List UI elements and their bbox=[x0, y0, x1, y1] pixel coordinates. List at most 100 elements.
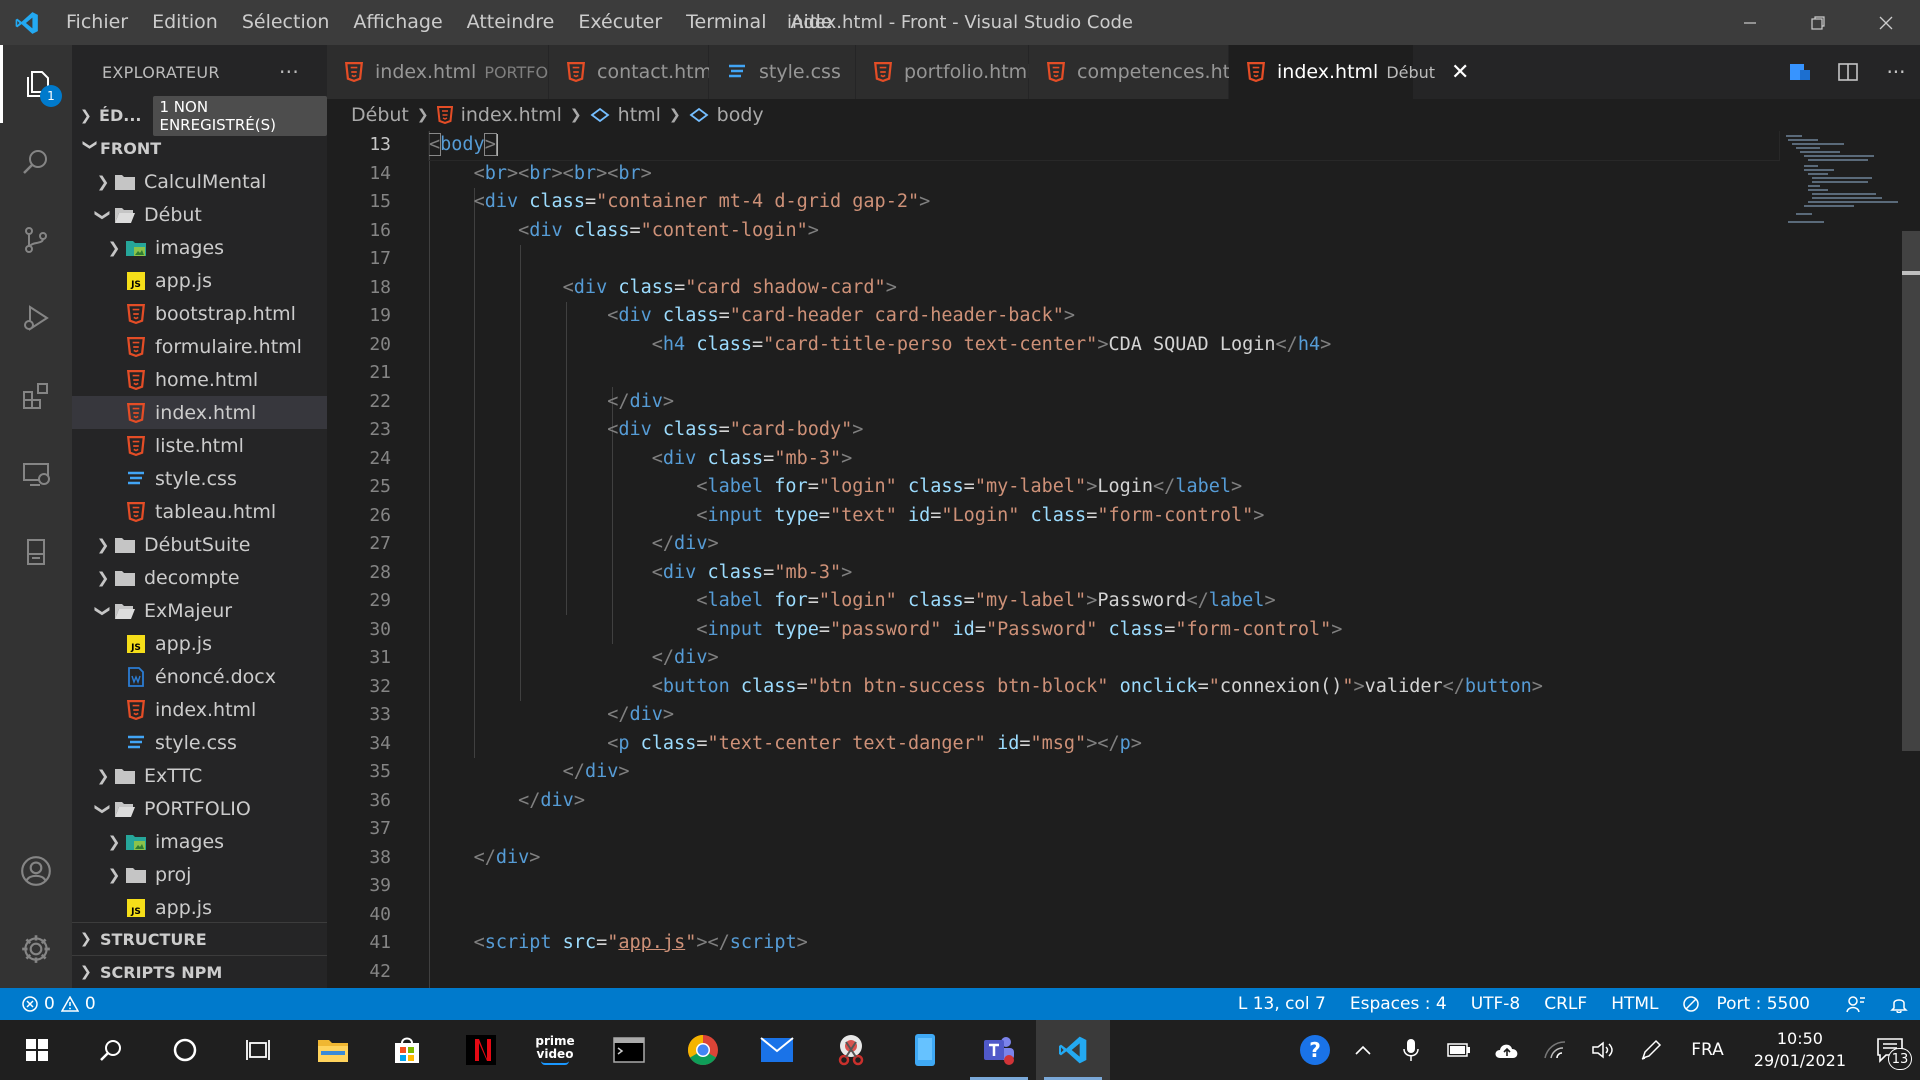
phone-app[interactable] bbox=[888, 1020, 962, 1080]
editor-tab[interactable]: competences.html bbox=[1029, 45, 1254, 99]
task-view-button[interactable] bbox=[222, 1020, 296, 1080]
close-tab-icon[interactable]: ✕ bbox=[1451, 60, 1469, 85]
editor-tab[interactable]: contact.html bbox=[549, 45, 717, 99]
tree-item[interactable]: bootstrap.html bbox=[72, 297, 327, 330]
npm-scripts-section[interactable]: ❯ SCRIPTS NPM bbox=[72, 955, 327, 988]
start-button[interactable] bbox=[0, 1020, 74, 1080]
run-debug-activity[interactable] bbox=[0, 279, 72, 357]
volume-tray[interactable] bbox=[1579, 1020, 1627, 1080]
menu-atteindre[interactable]: Atteindre bbox=[455, 0, 567, 45]
menu-executer[interactable]: Exécuter bbox=[566, 0, 674, 45]
tree-item[interactable]: index.html bbox=[72, 396, 327, 429]
action-center-button[interactable]: 13 bbox=[1860, 1020, 1920, 1080]
notebook-activity[interactable] bbox=[0, 513, 72, 591]
language-mode[interactable]: HTML bbox=[1599, 994, 1670, 1014]
prime-video-app[interactable]: prime video bbox=[518, 1020, 592, 1080]
tree-item[interactable]: formulaire.html bbox=[72, 330, 327, 363]
network-tray[interactable] bbox=[1531, 1020, 1579, 1080]
breadcrumb-html[interactable]: html bbox=[618, 104, 661, 126]
pen-tray[interactable] bbox=[1627, 1020, 1675, 1080]
restore-button[interactable] bbox=[1784, 0, 1852, 45]
menu-aide[interactable]: Aide bbox=[778, 0, 844, 45]
editor-tab[interactable]: portfolio.html bbox=[856, 45, 1032, 99]
open-editors-section[interactable]: ❯ ÉD... 1 NON ENREGISTRÉ(S) bbox=[72, 95, 327, 136]
tree-item[interactable]: tableau.html bbox=[72, 495, 327, 528]
microphone-tray[interactable] bbox=[1387, 1020, 1435, 1080]
input-language[interactable]: FRA bbox=[1675, 1040, 1740, 1060]
tree-item[interactable]: style.css bbox=[72, 462, 327, 495]
microsoft-store-app[interactable] bbox=[370, 1020, 444, 1080]
notifications-button[interactable] bbox=[1878, 995, 1920, 1013]
accounts-activity[interactable] bbox=[0, 832, 72, 910]
netflix-app[interactable] bbox=[444, 1020, 518, 1080]
explorer-more-icon[interactable]: ··· bbox=[279, 60, 299, 84]
tree-item[interactable]: ❯ images bbox=[72, 825, 327, 858]
structure-section[interactable]: ❯ STRUCTURE bbox=[72, 922, 327, 955]
tree-item[interactable]: JS app.js bbox=[72, 627, 327, 660]
menu-selection[interactable]: Sélection bbox=[230, 0, 342, 45]
encoding[interactable]: UTF-8 bbox=[1459, 994, 1533, 1014]
source-control-activity[interactable] bbox=[0, 201, 72, 279]
minimize-button[interactable] bbox=[1716, 0, 1784, 45]
breadcrumb-file[interactable]: index.html bbox=[461, 104, 562, 126]
tree-item[interactable]: ❯ DébutSuite bbox=[72, 528, 327, 561]
tree-item[interactable]: ❯ CalculMental bbox=[72, 165, 327, 198]
search-activity[interactable] bbox=[0, 123, 72, 201]
tree-item[interactable]: énoncé.docx bbox=[72, 660, 327, 693]
tree-item[interactable]: ❯ ExMajeur bbox=[72, 594, 327, 627]
cortana-button[interactable] bbox=[148, 1020, 222, 1080]
tree-item[interactable]: ❯ Début bbox=[72, 198, 327, 231]
editor-tab[interactable]: index.html PORTFOLIO bbox=[327, 45, 574, 99]
manage-activity[interactable] bbox=[0, 910, 72, 988]
editor-more-button[interactable]: ··· bbox=[1872, 45, 1920, 99]
remote-explorer-activity[interactable] bbox=[0, 435, 72, 513]
show-hidden-icons-button[interactable] bbox=[1339, 1020, 1387, 1080]
tree-item[interactable]: style.css bbox=[72, 726, 327, 759]
teams-app[interactable] bbox=[962, 1020, 1036, 1080]
editor-tab[interactable]: index.html Début ✕ bbox=[1229, 45, 1469, 99]
help-tray-button[interactable]: ? bbox=[1291, 1020, 1339, 1080]
taskbar-search-button[interactable] bbox=[74, 1020, 148, 1080]
menu-affichage[interactable]: Affichage bbox=[341, 0, 454, 45]
tree-item[interactable]: ❯ images bbox=[72, 231, 327, 264]
battery-tray[interactable] bbox=[1435, 1020, 1483, 1080]
open-preview-button[interactable] bbox=[1776, 45, 1824, 99]
tree-item[interactable]: ❯ decompte bbox=[72, 561, 327, 594]
terminal-app[interactable] bbox=[592, 1020, 666, 1080]
minimap[interactable] bbox=[1782, 131, 1902, 231]
menu-terminal[interactable]: Terminal bbox=[674, 0, 778, 45]
problems-indicator[interactable]: 0 0 bbox=[0, 994, 96, 1014]
end-of-line[interactable]: CRLF bbox=[1532, 994, 1599, 1014]
vscode-app[interactable] bbox=[1036, 1020, 1110, 1080]
tree-item[interactable]: ❯ PORTFOLIO bbox=[72, 792, 327, 825]
tree-item[interactable]: ❯ ExTTC bbox=[72, 759, 327, 792]
tree-item[interactable]: ❯ proj bbox=[72, 858, 327, 891]
snipping-tool-app[interactable] bbox=[814, 1020, 888, 1080]
tree-item[interactable]: index.html bbox=[72, 693, 327, 726]
extensions-activity[interactable] bbox=[0, 357, 72, 435]
close-window-button[interactable] bbox=[1852, 0, 1920, 45]
editor-tab[interactable]: style.css bbox=[709, 45, 856, 99]
explorer-activity[interactable]: 1 bbox=[0, 45, 72, 123]
clock[interactable]: 10:50 29/01/2021 bbox=[1740, 1028, 1860, 1072]
code-editor[interactable]: 13 14 15 16 17 18 19 20 21 22 23 24 25 26 27 28 29 30 31 32… bbox=[327, 131, 1920, 988]
workspace-section[interactable]: ❯ FRONT bbox=[72, 132, 327, 165]
breadcrumb-body[interactable]: body bbox=[717, 104, 764, 126]
menu-fichier[interactable]: Fichier bbox=[54, 0, 140, 45]
split-editor-button[interactable] bbox=[1824, 45, 1872, 99]
tree-item[interactable]: JS app.js bbox=[72, 891, 327, 924]
tree-item[interactable]: liste.html bbox=[72, 429, 327, 462]
mail-app[interactable] bbox=[740, 1020, 814, 1080]
menu-edition[interactable]: Edition bbox=[140, 0, 230, 45]
file-explorer-app[interactable] bbox=[296, 1020, 370, 1080]
chrome-app[interactable] bbox=[666, 1020, 740, 1080]
cursor-position[interactable]: L 13, col 7 bbox=[1226, 994, 1338, 1014]
feedback-button[interactable] bbox=[1834, 995, 1878, 1013]
indentation[interactable]: Espaces : 4 bbox=[1338, 994, 1459, 1014]
tree-item[interactable]: home.html bbox=[72, 363, 327, 396]
tree-item[interactable]: JS app.js bbox=[72, 264, 327, 297]
live-server-port[interactable]: Port : 5500 bbox=[1671, 994, 1835, 1014]
onedrive-tray[interactable] bbox=[1483, 1020, 1531, 1080]
breadcrumb-folder[interactable]: Début bbox=[351, 104, 409, 126]
vertical-scrollbar[interactable] bbox=[1902, 231, 1920, 751]
